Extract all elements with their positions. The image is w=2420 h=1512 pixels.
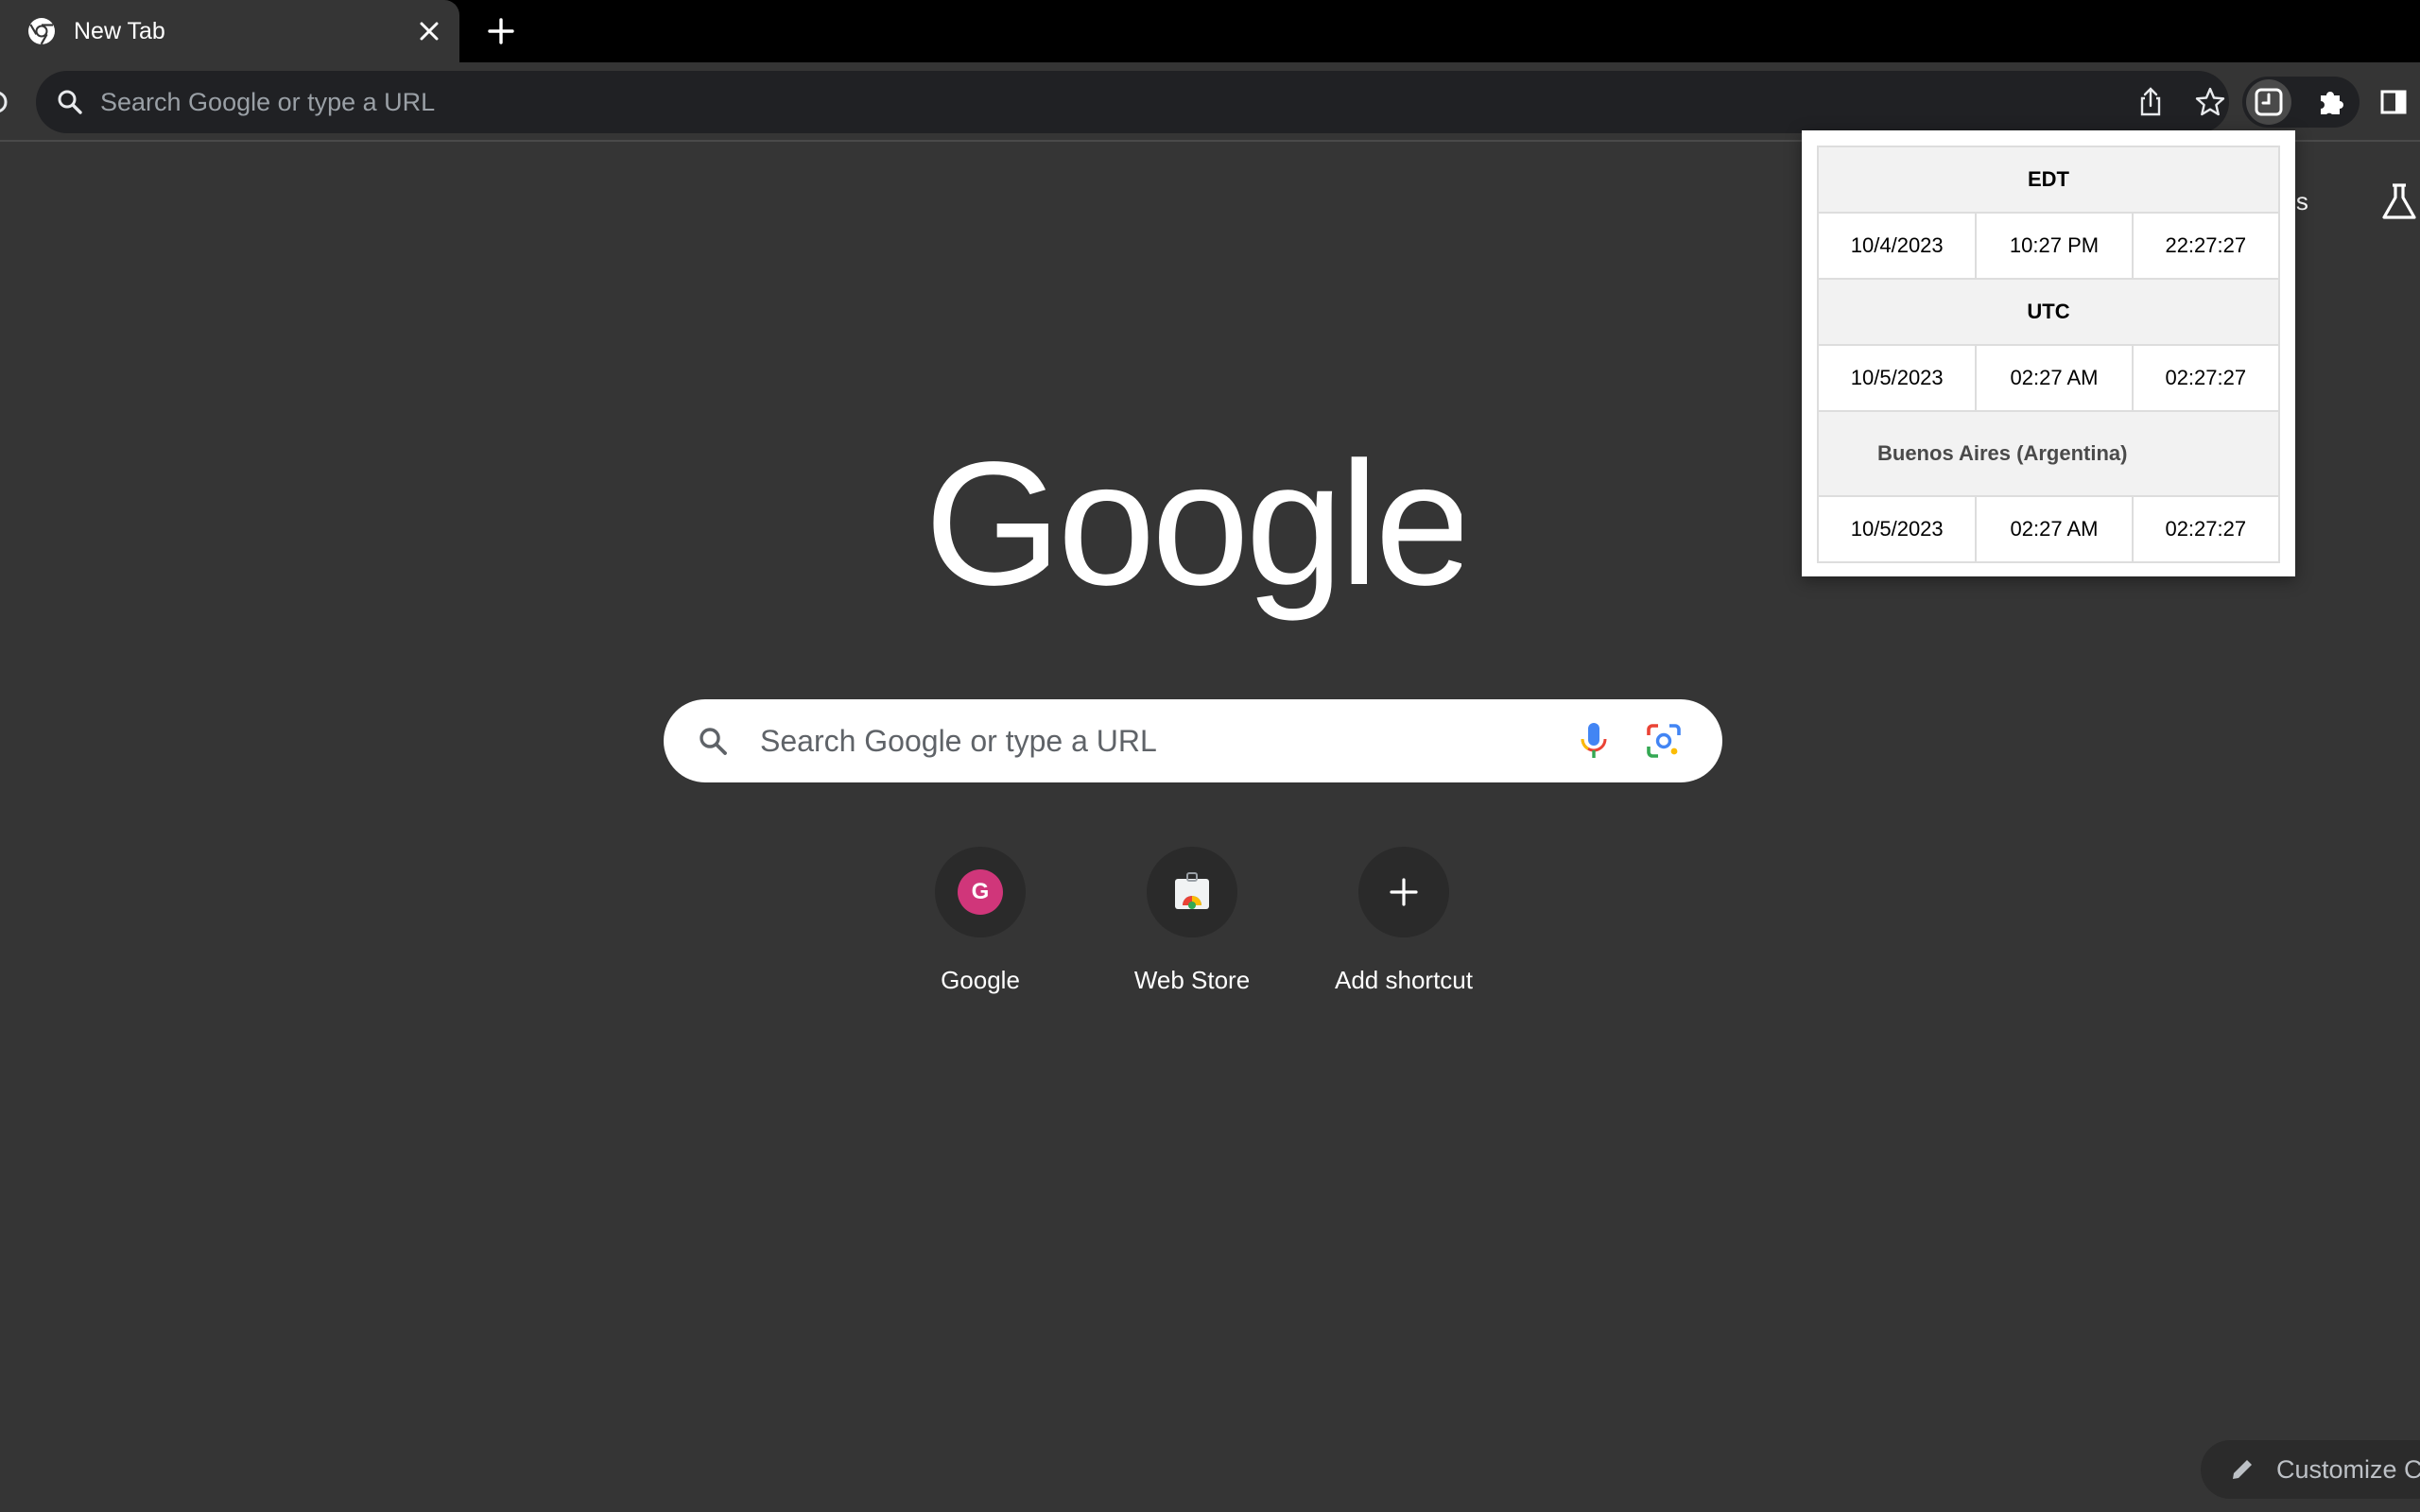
browser-window: New Tab Search Google or type a URL Goog… xyxy=(0,0,2420,1512)
tab-strip: New Tab xyxy=(0,0,2420,62)
reload-icon[interactable] xyxy=(0,89,9,115)
puzzle-icon xyxy=(2321,92,2343,114)
timezone-date: 10/5/2023 xyxy=(1816,344,1978,412)
timezone-values-row: 10/5/2023 02:27 AM 02:27:27 xyxy=(1816,344,2281,412)
timezone-time-24h: 02:27:27 xyxy=(2131,495,2281,563)
extensions-button[interactable] xyxy=(2312,83,2350,121)
timezone-values-row: 10/5/2023 02:27 AM 02:27:27 xyxy=(1816,495,2281,563)
shortcut-label: Web Store xyxy=(1133,966,1251,994)
shortcut-web-store[interactable]: Web Store xyxy=(1098,847,1287,1007)
clock-extension-icon xyxy=(2255,88,2283,116)
shortcut-google[interactable]: G Google xyxy=(886,847,1075,1007)
timezone-time-24h: 22:27:27 xyxy=(2131,212,2281,280)
search-icon xyxy=(700,728,727,755)
microphone-icon[interactable] xyxy=(1575,720,1613,762)
customize-label: Customize C xyxy=(2276,1455,2420,1484)
new-tab-button[interactable] xyxy=(482,12,520,50)
avatar-icon: G xyxy=(958,869,1003,915)
timezone-time-12h: 02:27 AM xyxy=(1975,495,2134,563)
timezone-name: EDT xyxy=(1817,146,2280,214)
clock-extension-button[interactable] xyxy=(2246,79,2291,125)
timezone-name: UTC xyxy=(1817,278,2280,346)
search-icon xyxy=(58,90,82,114)
clock-extension-popup: EDT 10/4/2023 10:27 PM 22:27:27 UTC 10/5… xyxy=(1802,130,2295,576)
timezone-date: 10/5/2023 xyxy=(1816,495,1978,563)
shortcut-tile: G xyxy=(935,847,1026,937)
ntp-search-box[interactable]: Search Google or type a URL xyxy=(664,699,1722,782)
chrome-icon xyxy=(28,18,55,45)
tab-new-tab[interactable]: New Tab xyxy=(0,0,459,62)
timezone-time-24h: 02:27:27 xyxy=(2131,344,2281,412)
shortcut-tile xyxy=(1147,847,1237,937)
ntp-search-placeholder: Search Google or type a URL xyxy=(760,724,1157,758)
share-icon[interactable] xyxy=(2134,85,2168,119)
web-store-icon xyxy=(1175,872,1209,909)
shortcut-label: Add shortcut xyxy=(1335,966,1473,994)
timezone-header-row: EDT xyxy=(1817,146,2280,214)
pencil-icon xyxy=(2233,1460,2252,1479)
side-panel-icon xyxy=(2380,90,2407,114)
star-icon[interactable] xyxy=(2193,85,2227,119)
timezone-time-12h: 10:27 PM xyxy=(1975,212,2134,280)
timezone-header-row: UTC xyxy=(1817,278,2280,346)
shortcut-tile xyxy=(1358,847,1449,937)
timezone-header-row: Buenos Aires (Argentina) xyxy=(1817,410,2280,497)
timezone-values-row: 10/4/2023 10:27 PM 22:27:27 xyxy=(1816,212,2281,280)
shortcut-label: Google xyxy=(941,966,1020,994)
google-logo: Google xyxy=(932,444,1461,622)
timezone-date: 10/4/2023 xyxy=(1816,212,1978,280)
close-icon[interactable] xyxy=(412,14,446,48)
timezone-table: EDT 10/4/2023 10:27 PM 22:27:27 UTC 10/5… xyxy=(1816,146,2281,563)
customize-chrome-button[interactable]: Customize C xyxy=(2201,1440,2420,1499)
lens-icon[interactable] xyxy=(1643,720,1685,762)
side-panel-button[interactable] xyxy=(2375,83,2412,121)
timezone-name: Buenos Aires (Argentina) xyxy=(1817,410,2280,497)
omnibox-placeholder: Search Google or type a URL xyxy=(100,88,436,116)
labs-icon[interactable] xyxy=(2378,181,2420,223)
omnibox[interactable]: Search Google or type a URL xyxy=(36,71,2229,133)
timezone-time-12h: 02:27 AM xyxy=(1975,344,2134,412)
plus-icon xyxy=(1390,878,1418,906)
shortcut-add[interactable]: Add shortcut xyxy=(1309,847,1498,1007)
tab-title: New Tab xyxy=(74,18,165,44)
google-logo-text: Google xyxy=(932,444,1461,622)
plus-icon xyxy=(488,18,514,44)
